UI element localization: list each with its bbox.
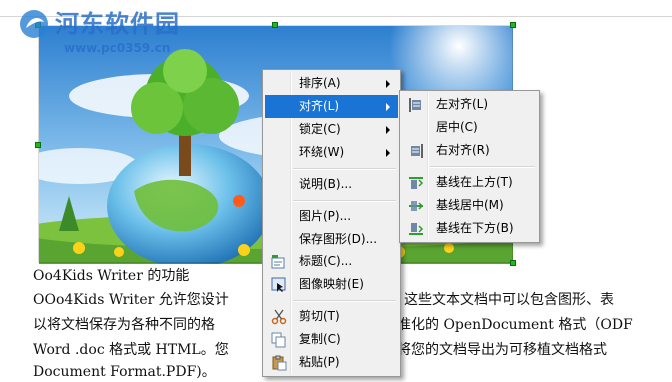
- menu-item-label: 粘贴(P): [299, 355, 340, 369]
- menu-item-paste[interactable]: 粘贴(P): [265, 351, 398, 374]
- watermark-url: www.pc0359.cn: [64, 41, 171, 55]
- baseline-center-icon: [408, 198, 424, 214]
- copy-icon: [271, 332, 287, 348]
- menu-item-label: 图像映射(E): [299, 277, 364, 291]
- menu-item-label: 居中(C): [436, 120, 478, 134]
- menu-item-label: 基线居中(M): [436, 198, 504, 212]
- baseline-bottom-icon: [408, 221, 424, 237]
- resize-handle-top-right[interactable]: [510, 22, 516, 28]
- menu-item-label: 右对齐(R): [436, 143, 490, 157]
- menu-separator: [293, 300, 396, 302]
- document-text-line: Document Format.PDF)。: [33, 364, 216, 380]
- submenu-arrow-icon: [386, 149, 390, 157]
- submenu-arrow-icon: [386, 103, 390, 111]
- align-left-icon: [408, 97, 424, 113]
- menu-item-label: 对齐(L): [299, 99, 340, 113]
- menu-item-label: 说明(B)...: [299, 177, 353, 191]
- menu-item-label: 锁定(C): [299, 122, 341, 136]
- menu-item-align-left[interactable]: 左对齐(L): [402, 93, 537, 116]
- menu-item-label: 基线在下方(B): [436, 221, 514, 235]
- align-right-icon: [408, 143, 424, 159]
- document-text-line-right: 准化的 OpenDocument 格式（ODF: [397, 317, 633, 333]
- context-menu: 排序(A) 对齐(L) 锁定(C) 环绕(W) 说明(B)... 图片(P)..…: [262, 69, 401, 377]
- menu-item-label: 标题(C)...: [299, 254, 353, 268]
- menu-item-align[interactable]: 对齐(L): [265, 95, 398, 118]
- submenu-arrow-icon: [386, 126, 390, 134]
- baseline-top-icon: [408, 175, 424, 191]
- menu-item-label: 左对齐(L): [436, 97, 489, 111]
- caption-icon: [271, 254, 287, 270]
- menu-separator: [293, 168, 396, 170]
- scissors-icon: [271, 309, 287, 325]
- align-submenu: 左对齐(L) 居中(C) 右对齐(R) 基线在上方(T) 基线居中(M) 基线在…: [399, 90, 540, 243]
- document-text-line: OOo4Kids Writer 允许您设计: [33, 292, 229, 308]
- menu-item-align-right[interactable]: 右对齐(R): [402, 139, 537, 162]
- menu-item-description[interactable]: 说明(B)...: [265, 173, 398, 196]
- resize-handle-top-center[interactable]: [272, 22, 278, 28]
- menu-item-baseline-bottom[interactable]: 基线在下方(B): [402, 217, 537, 240]
- menu-item-baseline-center[interactable]: 基线居中(M): [402, 194, 537, 217]
- menu-item-label: 剪切(T): [299, 309, 340, 323]
- menu-item-label: 排序(A): [299, 76, 341, 90]
- document-heading: Oo4Kids Writer 的功能: [33, 268, 190, 284]
- menu-item-label: 基线在上方(T): [436, 175, 513, 189]
- menu-item-align-center[interactable]: 居中(C): [402, 116, 537, 139]
- paste-icon: [271, 355, 287, 371]
- menu-separator: [430, 166, 535, 168]
- menu-item-copy[interactable]: 复制(C): [265, 328, 398, 351]
- menu-separator: [293, 200, 396, 202]
- menu-item-label: 复制(C): [299, 332, 341, 346]
- document-text-line-right: 这些文本文档中可以包含图形、表: [404, 292, 614, 308]
- menu-item-label: 保存图形(D)...: [299, 232, 378, 246]
- menu-item-label: 环绕(W): [299, 145, 345, 159]
- menu-item-save-graphics[interactable]: 保存图形(D)...: [265, 228, 398, 251]
- document-text-line: 以将文档保存为各种不同的格: [33, 317, 215, 333]
- menu-item-cut[interactable]: 剪切(T): [265, 305, 398, 328]
- watermark-logo-icon: [18, 8, 50, 40]
- submenu-arrow-icon: [386, 80, 390, 88]
- menu-item-picture[interactable]: 图片(P)...: [265, 205, 398, 228]
- menu-item-image-map[interactable]: 图像映射(E): [265, 273, 398, 296]
- menu-item-label: 图片(P)...: [299, 209, 352, 223]
- resize-handle-middle-left[interactable]: [35, 142, 41, 148]
- watermark-title: 河东软件园: [55, 9, 180, 38]
- menu-item-caption[interactable]: 标题(C)...: [265, 250, 398, 273]
- menu-item-wrap[interactable]: 环绕(W): [265, 141, 398, 164]
- menu-item-baseline-top[interactable]: 基线在上方(T): [402, 171, 537, 194]
- document-text-line: Word .doc 格式或 HTML。您: [33, 342, 229, 358]
- resize-handle-bottom-right[interactable]: [510, 260, 516, 266]
- image-map-icon: [271, 277, 287, 293]
- menu-item-arrange[interactable]: 排序(A): [265, 72, 398, 95]
- menu-item-anchor[interactable]: 锁定(C): [265, 118, 398, 141]
- document-text-line-right: 将您的文档导出为可移植文档格式: [397, 342, 607, 358]
